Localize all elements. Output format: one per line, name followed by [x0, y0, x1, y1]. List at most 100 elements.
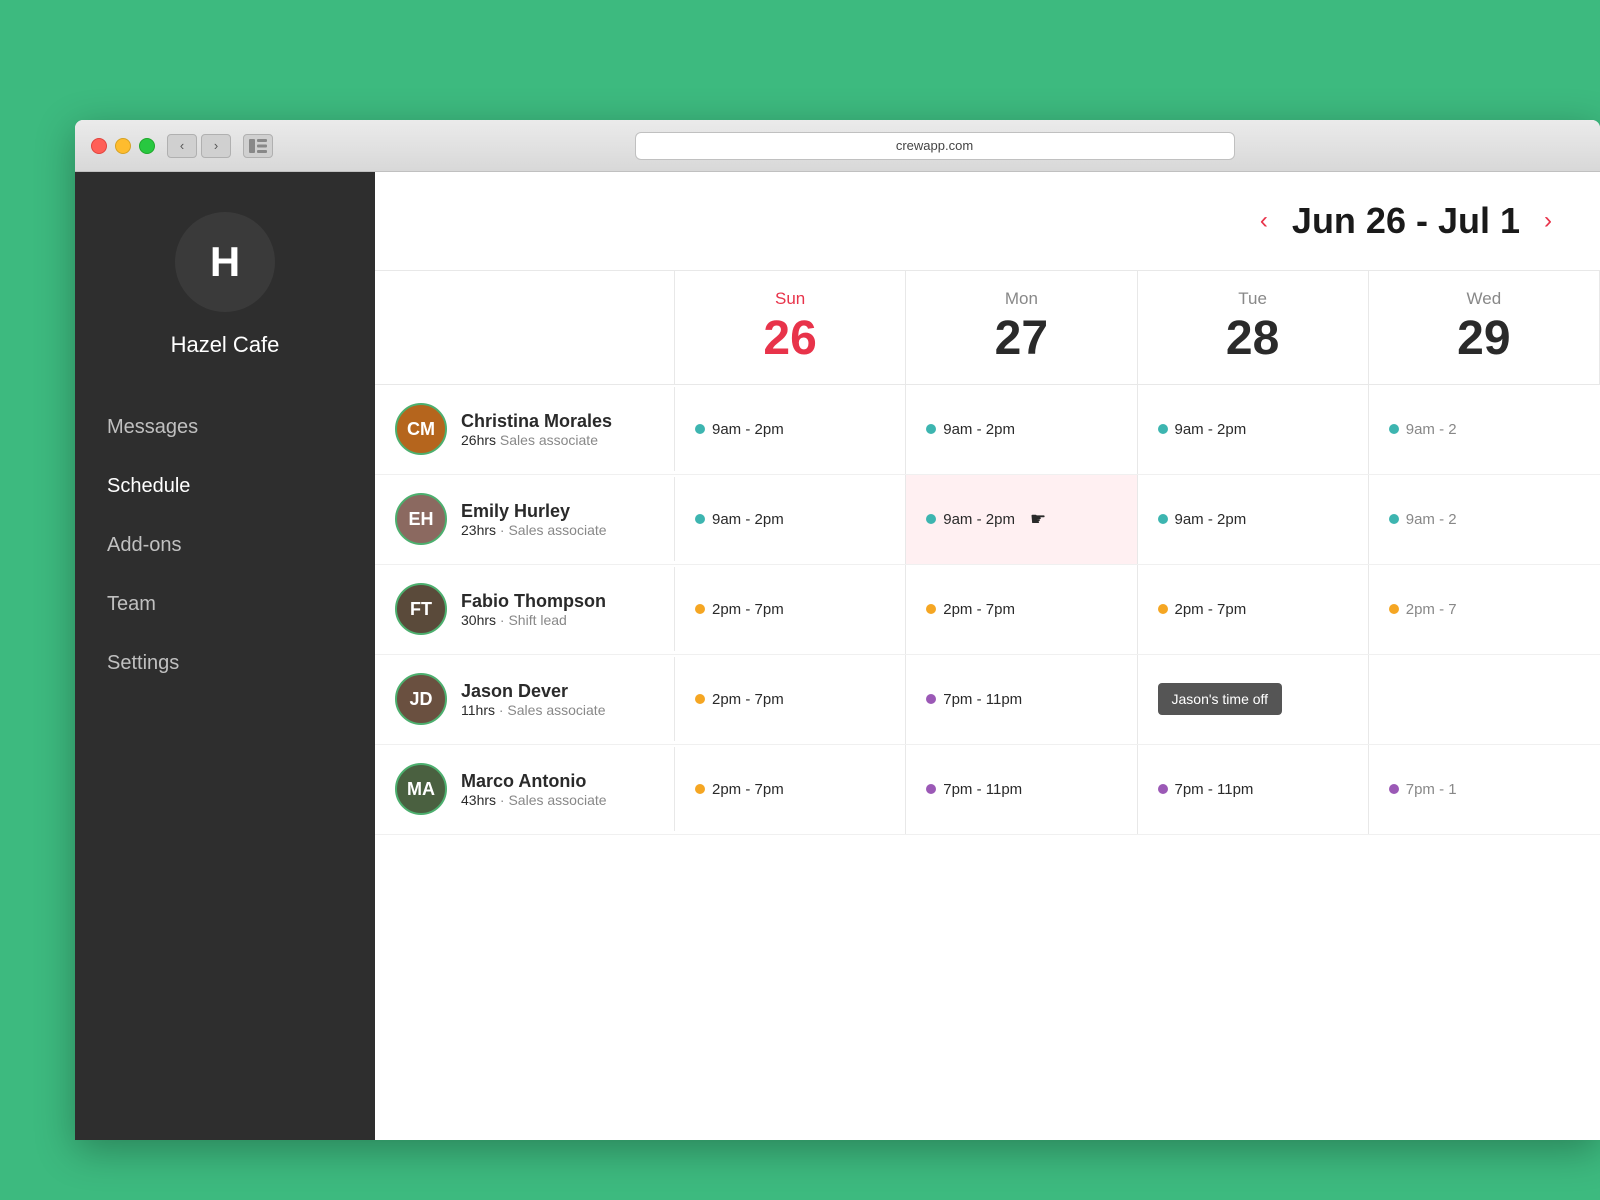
shift-cell-emily-tue[interactable]: 9am - 2pm — [1138, 475, 1369, 564]
shift-cell-fabio-mon[interactable]: 2pm - 7pm — [906, 565, 1137, 654]
shift-cell-fabio-sun[interactable]: 2pm - 7pm — [675, 565, 906, 654]
shift-dot — [926, 694, 936, 704]
back-button[interactable]: ‹ — [167, 134, 197, 158]
shift-dot — [1389, 514, 1399, 524]
shift-time: 7pm - 11pm — [943, 691, 1022, 708]
shift-dot — [1389, 424, 1399, 434]
app-container: H Hazel Cafe Messages Schedule Add-ons T… — [75, 172, 1600, 1140]
shift-cell-marco-wed[interactable]: 7pm - 1 — [1369, 745, 1600, 834]
employee-info-jason: JD Jason Dever 11hrs · Sales associate — [375, 657, 675, 741]
shift-cell-fabio-tue[interactable]: 2pm - 7pm — [1138, 565, 1369, 654]
close-button[interactable] — [91, 138, 107, 154]
browser-window: ‹ › crewapp.com H Hazel Cafe Messages Sc… — [75, 120, 1600, 1140]
shift-dot — [926, 604, 936, 614]
shift-cell-emily-wed[interactable]: 9am - 2 — [1369, 475, 1600, 564]
day-num-sun: 26 — [685, 313, 895, 366]
shift-time: 9am - 2pm — [943, 421, 1015, 438]
maximize-button[interactable] — [139, 138, 155, 154]
shift-cell-jason-sun[interactable]: 2pm - 7pm — [675, 655, 906, 744]
day-num-tue: 28 — [1148, 313, 1358, 366]
calendar-header: ‹ Jun 26 - Jul 1 › — [375, 172, 1600, 271]
employee-meta-marco: 43hrs · Sales associate — [461, 792, 607, 808]
day-num-mon: 27 — [916, 313, 1126, 366]
shift-dot — [1158, 514, 1168, 524]
shift-time: 9am - 2pm — [1175, 421, 1247, 438]
employee-info-fabio: FT Fabio Thompson 30hrs · Shift lead — [375, 567, 675, 651]
table-row: MA Marco Antonio 43hrs · Sales associate — [375, 745, 1600, 835]
employee-name-emily: Emily Hurley — [461, 501, 607, 522]
shift-dot — [695, 694, 705, 704]
shift-cell-jason-wed[interactable] — [1369, 655, 1600, 744]
shift-dot — [1158, 604, 1168, 614]
traffic-lights — [91, 138, 155, 154]
shift-dot — [695, 514, 705, 524]
shift-badge: 2pm - 7pm — [695, 691, 784, 708]
day-header-mon: Mon 27 — [906, 271, 1137, 384]
shift-cell-christina-tue[interactable]: 9am - 2pm — [1138, 385, 1369, 474]
shift-cell-marco-mon[interactable]: 7pm - 11pm — [906, 745, 1137, 834]
minimize-button[interactable] — [115, 138, 131, 154]
shift-cell-fabio-wed[interactable]: 2pm - 7 — [1369, 565, 1600, 654]
avatar-marco: MA — [395, 763, 447, 815]
shift-time: 9am - 2pm — [712, 511, 784, 528]
prev-week-button[interactable]: ‹ — [1252, 203, 1276, 239]
sidebar: H Hazel Cafe Messages Schedule Add-ons T… — [75, 172, 375, 1140]
browser-titlebar: ‹ › crewapp.com — [75, 120, 1600, 172]
shift-cell-jason-mon[interactable]: 7pm - 11pm — [906, 655, 1137, 744]
shift-cell-marco-tue[interactable]: 7pm - 11pm — [1138, 745, 1369, 834]
shift-cell-emily-sun[interactable]: 9am - 2pm — [675, 475, 906, 564]
employee-rows: CM Christina Morales 26hrs Sales associa… — [375, 385, 1600, 1140]
shift-badge: 9am - 2pm — [1158, 421, 1247, 438]
shift-time: 9am - 2pm — [712, 421, 784, 438]
shift-badge: 2pm - 7 — [1389, 601, 1457, 618]
sidebar-item-addons[interactable]: Add-ons — [75, 516, 375, 575]
employee-name-jason: Jason Dever — [461, 681, 605, 702]
next-week-button[interactable]: › — [1536, 203, 1560, 239]
address-bar[interactable]: crewapp.com — [635, 132, 1235, 160]
avatar-jason: JD — [395, 673, 447, 725]
shift-badge: 2pm - 7pm — [695, 601, 784, 618]
avatar-fabio: FT — [395, 583, 447, 635]
shift-cell-marco-sun[interactable]: 2pm - 7pm — [675, 745, 906, 834]
shift-time: 7pm - 1 — [1406, 781, 1457, 798]
day-name-tue: Tue — [1148, 289, 1358, 309]
shift-badge: 2pm - 7pm — [695, 781, 784, 798]
shift-badge: 2pm - 7pm — [1158, 601, 1247, 618]
shift-cell-christina-sun[interactable]: 9am - 2pm — [675, 385, 906, 474]
shift-time: 2pm - 7pm — [943, 601, 1015, 618]
forward-button[interactable]: › — [201, 134, 231, 158]
shift-badge: 7pm - 1 — [1389, 781, 1457, 798]
shift-time: 2pm - 7pm — [712, 691, 784, 708]
shift-time: 2pm - 7 — [1406, 601, 1457, 618]
shift-time: 2pm - 7pm — [1175, 601, 1247, 618]
shift-cell-jason-tue[interactable]: Jason's time off — [1138, 655, 1369, 744]
employee-details-jason: Jason Dever 11hrs · Sales associate — [461, 681, 605, 718]
sidebar-item-messages[interactable]: Messages — [75, 398, 375, 457]
day-headers-row: Sun 26 Mon 27 Tue 28 Wed 29 — [375, 271, 1600, 385]
shift-time: 7pm - 11pm — [1175, 781, 1254, 798]
avatar-emily: EH — [395, 493, 447, 545]
sidebar-item-team[interactable]: Team — [75, 575, 375, 634]
shift-time: 2pm - 7pm — [712, 601, 784, 618]
employee-name-christina: Christina Morales — [461, 411, 612, 432]
employee-info-marco: MA Marco Antonio 43hrs · Sales associate — [375, 747, 675, 831]
employee-details-fabio: Fabio Thompson 30hrs · Shift lead — [461, 591, 606, 628]
cursor-icon: ☛ — [1030, 509, 1046, 530]
time-off-badge: Jason's time off — [1158, 683, 1283, 715]
sidebar-item-settings[interactable]: Settings — [75, 634, 375, 693]
shift-cell-christina-wed[interactable]: 9am - 2 — [1369, 385, 1600, 474]
shift-cell-emily-mon[interactable]: 9am - 2pm ☛ — [906, 475, 1137, 564]
shift-badge: 9am - 2pm ☛ — [926, 509, 1046, 530]
shift-time: 2pm - 7pm — [712, 781, 784, 798]
shift-cell-christina-mon[interactable]: 9am - 2pm — [906, 385, 1137, 474]
nav-buttons: ‹ › — [167, 134, 231, 158]
sidebar-item-schedule[interactable]: Schedule — [75, 457, 375, 516]
sidebar-toggle-button[interactable] — [243, 134, 273, 158]
day-header-sun: Sun 26 — [675, 271, 906, 384]
url-text: crewapp.com — [896, 138, 973, 153]
table-row: CM Christina Morales 26hrs Sales associa… — [375, 385, 1600, 475]
employee-meta-jason: 11hrs · Sales associate — [461, 702, 605, 718]
shift-badge: 9am - 2 — [1389, 421, 1457, 438]
shift-time: 9am - 2 — [1406, 421, 1457, 438]
employee-info-christina: CM Christina Morales 26hrs Sales associa… — [375, 387, 675, 471]
